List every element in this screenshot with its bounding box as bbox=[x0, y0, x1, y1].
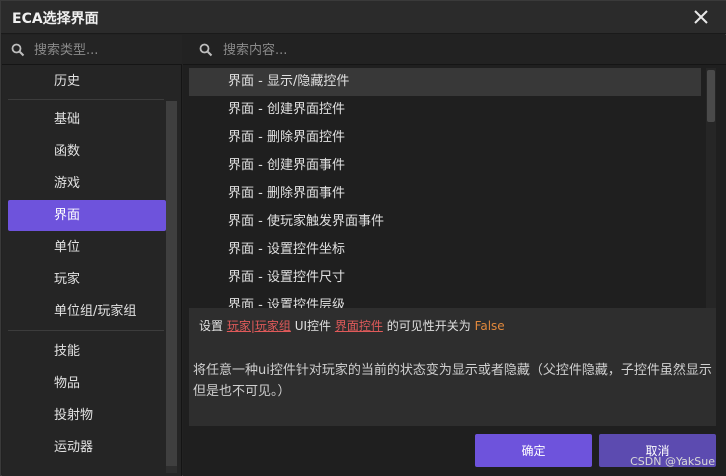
category-basic[interactable]: 基础 bbox=[8, 104, 166, 135]
description-mid2: 的可见性开关为 bbox=[386, 319, 471, 333]
category-history[interactable]: 历史 bbox=[8, 66, 166, 97]
confirm-button[interactable]: 确定 bbox=[475, 434, 592, 467]
category-game[interactable]: 游戏 bbox=[8, 168, 166, 199]
search-icon bbox=[11, 43, 25, 57]
category-unit[interactable]: 单位 bbox=[8, 232, 166, 263]
window-title: ECA选择界面 bbox=[12, 11, 99, 27]
list-item[interactable]: 界面 - 使玩家触发界面事件 bbox=[189, 208, 701, 236]
list-item[interactable]: 界面 - 创建界面事件 bbox=[189, 152, 701, 180]
list-item[interactable]: 界面 - 设置控件坐标 bbox=[189, 236, 701, 264]
eca-select-dialog: ECA选择界面 历史 基础 函数 游戏 界面 单位 玩家 单位组/玩家组 技能 … bbox=[0, 0, 726, 476]
action-list-scrollbar-thumb[interactable] bbox=[707, 70, 715, 122]
category-item[interactable]: 物品 bbox=[8, 368, 166, 399]
action-list: 界面 - 显示/隐藏控件 界面 - 创建界面控件 界面 - 删除界面控件 界面 … bbox=[189, 68, 716, 308]
list-item[interactable]: 界面 - 设置控件尺寸 bbox=[189, 264, 701, 292]
category-divider bbox=[8, 99, 164, 100]
action-list-scrollbar[interactable] bbox=[706, 68, 716, 308]
description-body: 将任意一种ui控件针对玩家的当前的状态变为显示或者隐藏（父控件隐藏，子控件虽然显… bbox=[193, 363, 712, 399]
list-item[interactable]: 界面 - 设置控件层级 bbox=[189, 292, 701, 308]
category-divider bbox=[8, 330, 164, 331]
category-search-input[interactable] bbox=[34, 41, 174, 59]
category-ui[interactable]: 界面 bbox=[8, 200, 166, 231]
list-item[interactable]: 界面 - 删除界面事件 bbox=[189, 180, 701, 208]
category-scrollbar[interactable] bbox=[166, 101, 177, 473]
description-signature: 设置 玩家|玩家组 UI控件 界面控件 的可见性开关为 False bbox=[199, 317, 505, 334]
title-bar: ECA选择界面 bbox=[1, 1, 726, 34]
list-item[interactable]: 界面 - 删除界面控件 bbox=[189, 124, 701, 152]
category-mover[interactable]: 运动器 bbox=[8, 432, 166, 463]
player-param-link[interactable]: 玩家|玩家组 bbox=[227, 319, 291, 333]
description-panel: 设置 玩家|玩家组 UI控件 界面控件 的可见性开关为 False 将任意一种u… bbox=[189, 308, 716, 426]
category-projectile[interactable]: 投射物 bbox=[8, 400, 166, 431]
list-item[interactable]: 界面 - 显示/隐藏控件 bbox=[189, 68, 701, 96]
content-search-input[interactable] bbox=[223, 41, 703, 59]
category-panel: 历史 基础 函数 游戏 界面 单位 玩家 单位组/玩家组 技能 物品 投射物 运… bbox=[2, 35, 182, 476]
category-player[interactable]: 玩家 bbox=[8, 264, 166, 295]
control-param-link[interactable]: 界面控件 bbox=[335, 319, 383, 333]
list-item[interactable]: 界面 - 创建界面控件 bbox=[189, 96, 701, 124]
category-skill[interactable]: 技能 bbox=[8, 336, 166, 367]
search-icon bbox=[199, 43, 213, 57]
content-panel: 界面 - 显示/隐藏控件 界面 - 创建界面控件 界面 - 删除界面控件 界面 … bbox=[183, 35, 726, 476]
description-mid1: UI控件 bbox=[294, 319, 332, 333]
category-unitgroup-playergroup[interactable]: 单位组/玩家组 bbox=[8, 296, 166, 327]
watermark: CSDN @YakSue bbox=[630, 455, 715, 468]
description-prefix: 设置 bbox=[199, 319, 224, 333]
close-icon[interactable] bbox=[691, 7, 711, 27]
content-search bbox=[183, 35, 726, 65]
visibility-value[interactable]: False bbox=[475, 319, 505, 333]
category-function[interactable]: 函数 bbox=[8, 136, 166, 167]
category-search bbox=[2, 35, 182, 65]
category-scrollbar-thumb[interactable] bbox=[166, 101, 177, 466]
